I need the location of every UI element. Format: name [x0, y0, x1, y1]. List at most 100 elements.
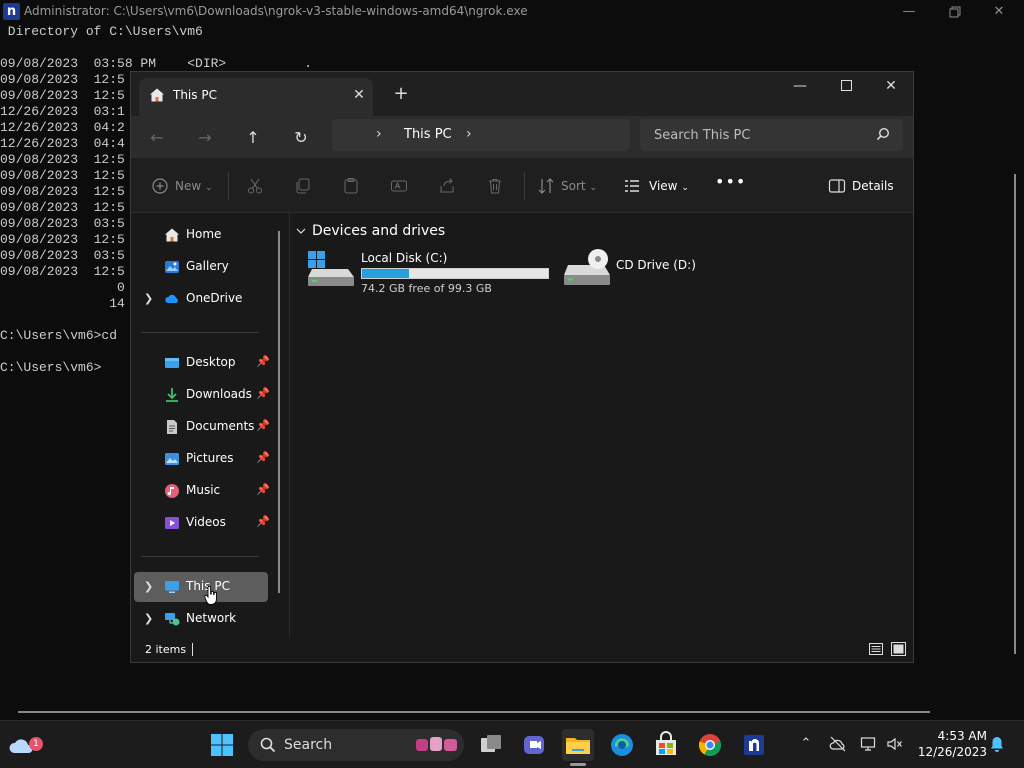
nav-item-desktop[interactable]: Desktop 📌 [134, 348, 270, 378]
explorer-close-button[interactable]: ✕ [868, 72, 913, 102]
explorer-maximize-button[interactable] [823, 72, 869, 102]
copy-icon[interactable] [294, 177, 312, 195]
explorer-minimize-button[interactable]: — [777, 72, 823, 102]
tab-close-button[interactable]: ✕ [349, 85, 369, 105]
drive-free-space: 74.2 GB free of 99.3 GB [361, 282, 492, 295]
group-header-devices[interactable]: Devices and drives [312, 223, 445, 239]
nav-pane-scrollbar[interactable] [278, 231, 280, 593]
details-pane-icon[interactable] [828, 177, 846, 195]
nav-item-music[interactable]: Music 📌 [134, 476, 270, 506]
search-input[interactable] [654, 119, 864, 151]
drive-cd-d[interactable]: CD Drive (D:) [564, 249, 734, 299]
tab-this-pc[interactable]: This PC ✕ [139, 78, 373, 116]
address-bar[interactable]: › This PC › [332, 119, 630, 151]
paste-icon[interactable] [342, 177, 360, 195]
nav-item-home[interactable]: Home [134, 220, 268, 250]
console-titlebar[interactable]: n Administrator: C:\Users\vm6\Downloads\… [0, 0, 1024, 24]
nav-item-this-pc[interactable]: ❯ This PC [134, 572, 268, 602]
file-explorer-window[interactable]: This PC ✕ + — ✕ ← → ↑ ↻ › This PC › New … [130, 71, 914, 663]
console-minimize-button[interactable]: — [886, 0, 932, 24]
navigation-pane[interactable]: Home Gallery ❯ OneDrive Desktop 📌 Downlo… [131, 213, 289, 637]
sort-button[interactable]: Sort ⌄ [561, 175, 597, 197]
taskbar-search[interactable]: Search [248, 729, 464, 761]
downloads-icon [166, 388, 178, 402]
cut-icon[interactable] [246, 177, 264, 195]
drive-name: Local Disk (C:) [361, 251, 448, 265]
new-button-label: New [175, 179, 202, 193]
console-scrollbar[interactable] [1005, 24, 1024, 714]
breadcrumb-this-pc[interactable]: This PC [404, 127, 452, 142]
nav-item-documents[interactable]: Documents 📌 [134, 412, 270, 442]
nav-item-onedrive[interactable]: ❯ OneDrive [134, 284, 268, 314]
nav-item-pictures[interactable]: Pictures 📌 [134, 444, 270, 474]
breadcrumb-chevron-icon[interactable]: › [376, 126, 382, 142]
nav-item-downloads[interactable]: Downloads 📌 [134, 380, 270, 410]
search-icon [260, 737, 276, 753]
ngrok-taskbar-button[interactable] [738, 729, 770, 761]
notification-badge: 1 [29, 737, 43, 751]
explorer-titlebar[interactable]: This PC ✕ + — ✕ [131, 72, 913, 116]
edge-browser-button[interactable] [606, 729, 638, 761]
task-view-button[interactable] [475, 729, 507, 761]
home-icon [165, 228, 179, 242]
teams-chat-icon [524, 736, 544, 754]
console-restore-button[interactable] [932, 0, 978, 24]
expand-chevron-icon[interactable]: ❯ [144, 292, 153, 305]
clock-time[interactable]: 4:53 AM [927, 729, 987, 743]
forward-arrow-icon[interactable]: → [192, 125, 218, 151]
details-view-icon[interactable] [869, 643, 883, 655]
large-icons-view-icon[interactable] [891, 642, 906, 656]
search-box[interactable] [640, 119, 903, 151]
up-arrow-icon[interactable]: ↑ [240, 125, 266, 151]
delete-icon[interactable] [486, 177, 504, 195]
pin-icon[interactable]: 📌 [256, 387, 270, 400]
pictures-icon [165, 453, 179, 465]
volume-muted-icon[interactable] [886, 735, 904, 753]
weather-widget[interactable]: 1 [6, 729, 43, 761]
collapse-chevron-icon[interactable] [296, 226, 306, 236]
pin-icon[interactable]: 📌 [256, 451, 270, 464]
network-display-icon[interactable] [860, 735, 878, 753]
sort-button-label: Sort [561, 179, 586, 193]
expand-chevron-icon[interactable]: ❯ [144, 612, 153, 625]
pin-icon[interactable]: 📌 [256, 515, 270, 528]
microsoft-store-button[interactable] [650, 729, 682, 761]
view-icon[interactable] [623, 177, 641, 195]
chrome-icon [698, 734, 722, 757]
sort-icon[interactable] [537, 177, 555, 195]
console-close-button[interactable]: ✕ [976, 0, 1022, 24]
console-horizontal-scrollbar[interactable] [18, 711, 930, 713]
start-button[interactable] [206, 729, 238, 761]
back-arrow-icon[interactable]: ← [144, 125, 170, 151]
console-scroll-thumb[interactable] [1014, 174, 1016, 654]
breadcrumb-chevron-icon[interactable]: › [466, 126, 472, 142]
refresh-icon[interactable]: ↻ [288, 125, 314, 151]
details-button[interactable]: Details [852, 175, 894, 197]
nav-item-videos[interactable]: Videos 📌 [134, 508, 270, 538]
new-tab-button[interactable]: + [389, 82, 413, 106]
drive-local-disk-c[interactable]: Local Disk (C:) 74.2 GB free of 99.3 GB [308, 249, 553, 299]
home-icon [150, 88, 164, 102]
search-icon[interactable] [876, 127, 890, 141]
show-hidden-icons-chevron-icon[interactable]: ⌃ [797, 735, 815, 753]
chrome-browser-button[interactable] [694, 729, 726, 761]
pin-icon[interactable]: 📌 [256, 483, 270, 496]
view-button[interactable]: View ⌄ [649, 175, 689, 197]
new-plus-icon[interactable] [151, 177, 169, 195]
pin-icon[interactable]: 📌 [256, 419, 270, 432]
nav-item-network[interactable]: ❯ Network [134, 604, 268, 634]
clock-date[interactable]: 12/26/2023 [907, 745, 987, 759]
pin-icon[interactable]: 📌 [256, 355, 270, 368]
more-options-icon[interactable]: ••• [715, 171, 746, 193]
teams-chat-button[interactable] [518, 729, 550, 761]
nav-item-gallery[interactable]: Gallery [134, 252, 268, 282]
content-pane[interactable]: Devices and drives Local Disk (C:) 74.2 … [290, 213, 913, 637]
onedrive-offline-icon[interactable] [829, 735, 847, 753]
new-button[interactable]: New ⌄ [175, 175, 213, 197]
file-explorer-taskbar-button[interactable] [562, 729, 594, 761]
notification-bell-icon[interactable] [988, 735, 1006, 753]
drive-usage-bar [361, 268, 549, 279]
expand-chevron-icon[interactable]: ❯ [144, 580, 153, 593]
share-icon[interactable] [438, 177, 456, 195]
rename-icon[interactable] [390, 177, 408, 195]
